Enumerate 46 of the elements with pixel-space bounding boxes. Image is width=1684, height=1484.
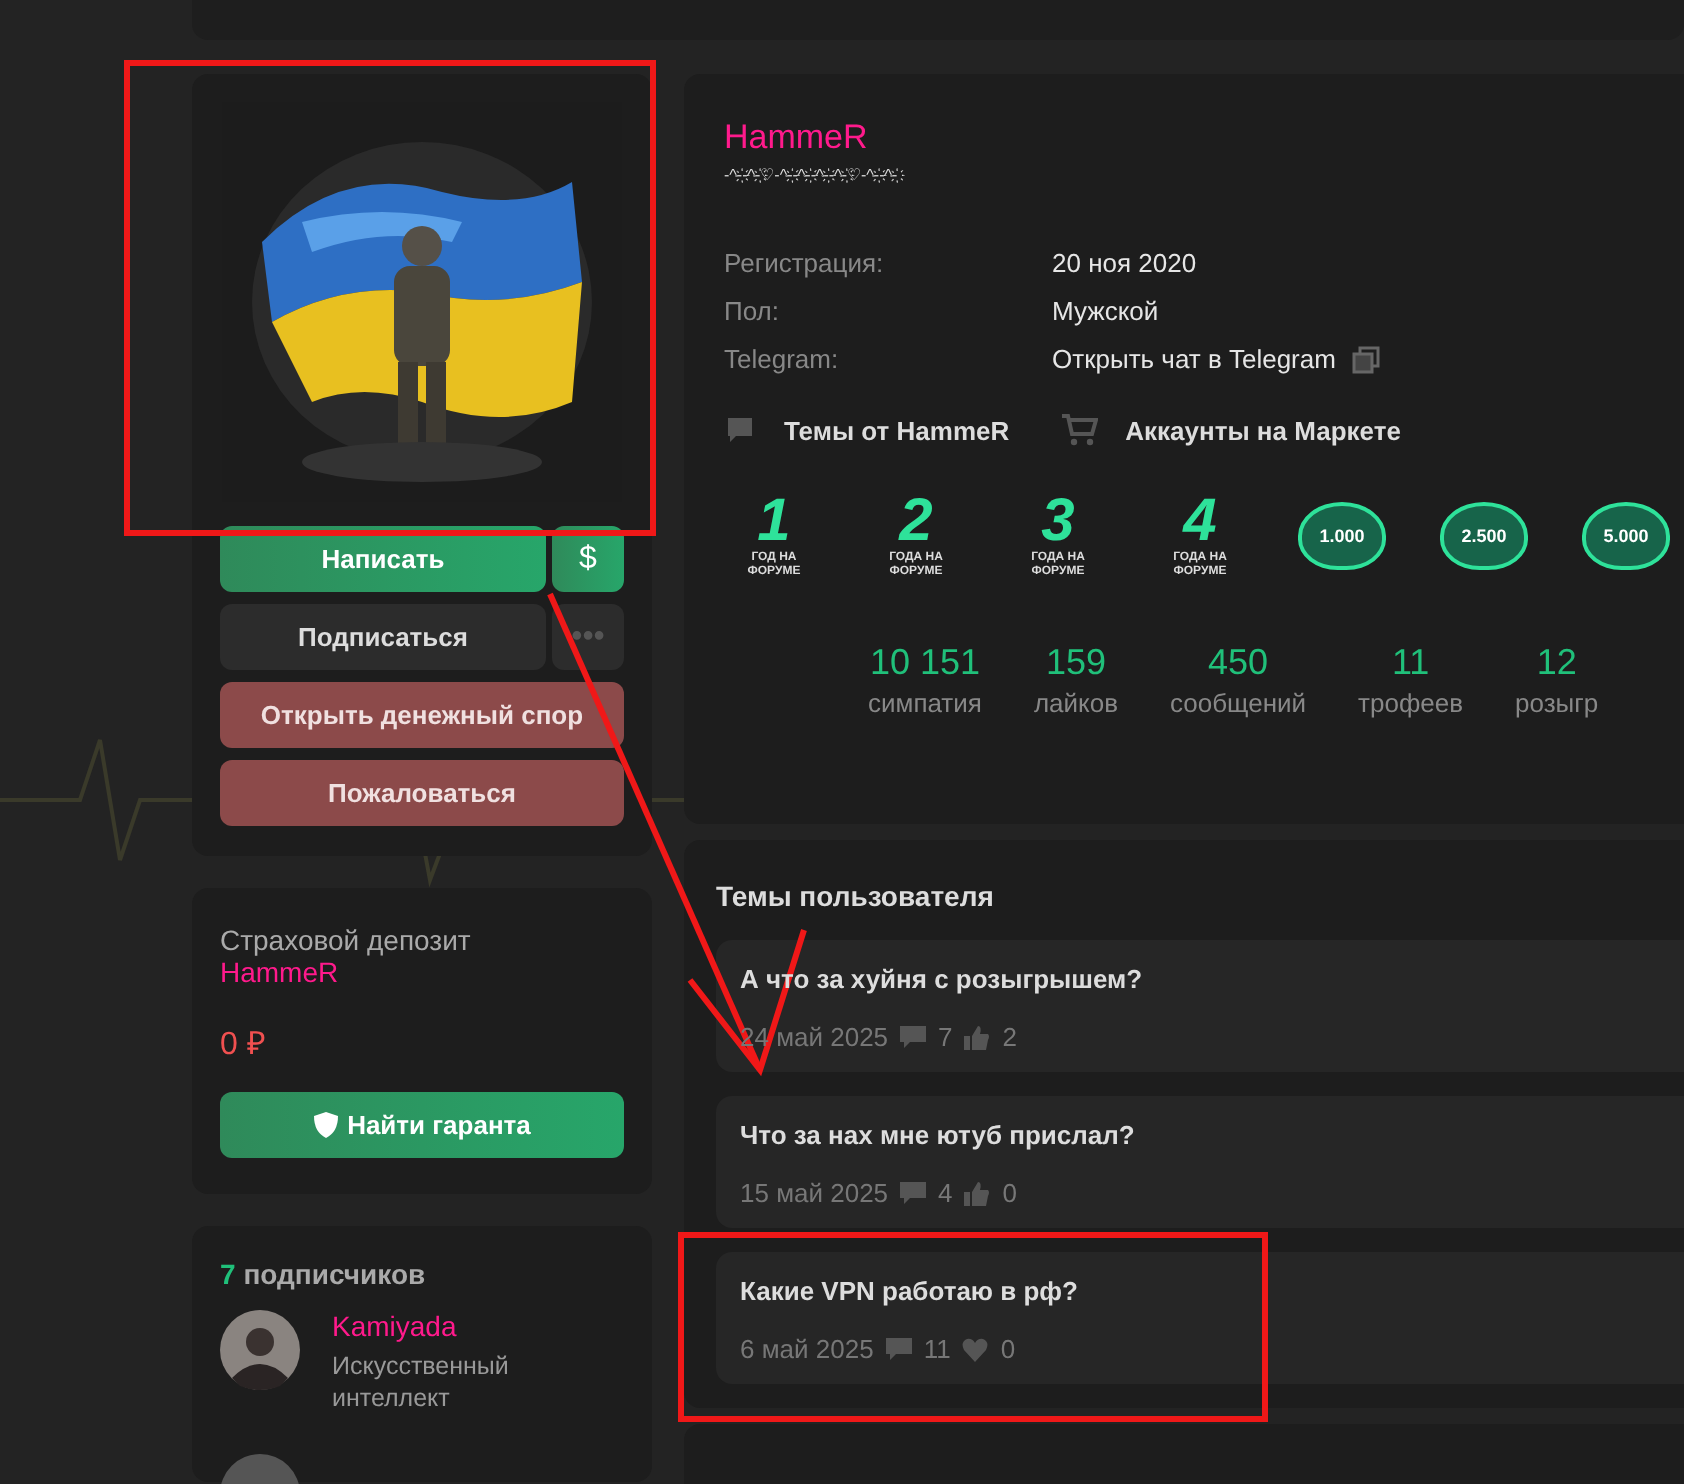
topic-item[interactable]: Что за нах мне ютуб прислал? 15 май 2025 4 0 [716, 1096, 1684, 1228]
reaction-count: 0 [1002, 1178, 1018, 1208]
reaction-count: 2 [1002, 1022, 1018, 1052]
field-value: Открыть чат в Telegram [1052, 344, 1336, 374]
profile-link[interactable]: Темы от HammeR [724, 414, 1010, 446]
deposit-amount: 0 ₽ [220, 1026, 267, 1064]
field-label: Пол: [724, 296, 781, 326]
comment-count: 4 [938, 1178, 953, 1208]
action-button[interactable]: Написать [220, 526, 546, 592]
stat-value: 10 151 [869, 642, 980, 684]
comment-count: 11 [923, 1334, 951, 1364]
field-label: Telegram: [724, 344, 841, 374]
topic-item[interactable]: Какие VPN работаю в рф? 6 май 2025 11 0 [716, 1252, 1684, 1384]
topic-title[interactable]: Что за нах мне ютуб прислал? [740, 1120, 1684, 1150]
stat-label: симпатия [868, 688, 982, 718]
find-guarantor-button[interactable]: Найти гаранта [220, 1092, 624, 1158]
action-button[interactable]: Пожаловаться [220, 760, 624, 826]
username: HammeR [724, 118, 870, 158]
stat-label: трофеев [1358, 688, 1464, 718]
stat-value: 12 [1536, 642, 1577, 684]
follower-title: Искусственный интеллект [332, 1350, 511, 1415]
field-value: 20 ноя 2020 [1052, 248, 1197, 278]
stat-label: розыгр [1515, 688, 1599, 718]
follower-name[interactable]: Kamiyada [332, 1310, 552, 1342]
followers-label: подписчиков [243, 1258, 426, 1290]
stat-value: 450 [1208, 642, 1269, 684]
section-title: Темы пользователя [716, 880, 996, 912]
status-text: -^-҉-^-҉♡-^-҉-^-҉-^-҉-^-҉♡-^-҉-^-҉ [724, 166, 1684, 184]
stat-label: сообщений [1170, 688, 1307, 718]
action-button[interactable]: Подписаться [220, 604, 546, 670]
follower-count: 7 [220, 1258, 236, 1290]
stat-value: 159 [1045, 642, 1106, 684]
action-button[interactable]: Открыть денежный спор [220, 682, 624, 748]
field-label: Регистрация: [724, 248, 886, 278]
username-link[interactable]: HammeR [220, 956, 624, 988]
side-button[interactable]: $ [552, 526, 624, 592]
field-value: Мужской [1052, 296, 1159, 326]
stat-label: лайков [1033, 688, 1118, 718]
topic-date: 15 май 2025 [740, 1178, 889, 1208]
comment-count: 7 [938, 1022, 953, 1052]
topic-date: 6 май 2025 [740, 1334, 874, 1364]
stat-value: 11 [1391, 642, 1430, 684]
profile-link[interactable]: Аккаунты на Маркете [1061, 414, 1401, 446]
deposit-title: Страховой депозит [220, 924, 473, 956]
reaction-count: 0 [1000, 1334, 1016, 1364]
topic-title[interactable]: Какие VPN работаю в рф? [740, 1276, 1684, 1306]
